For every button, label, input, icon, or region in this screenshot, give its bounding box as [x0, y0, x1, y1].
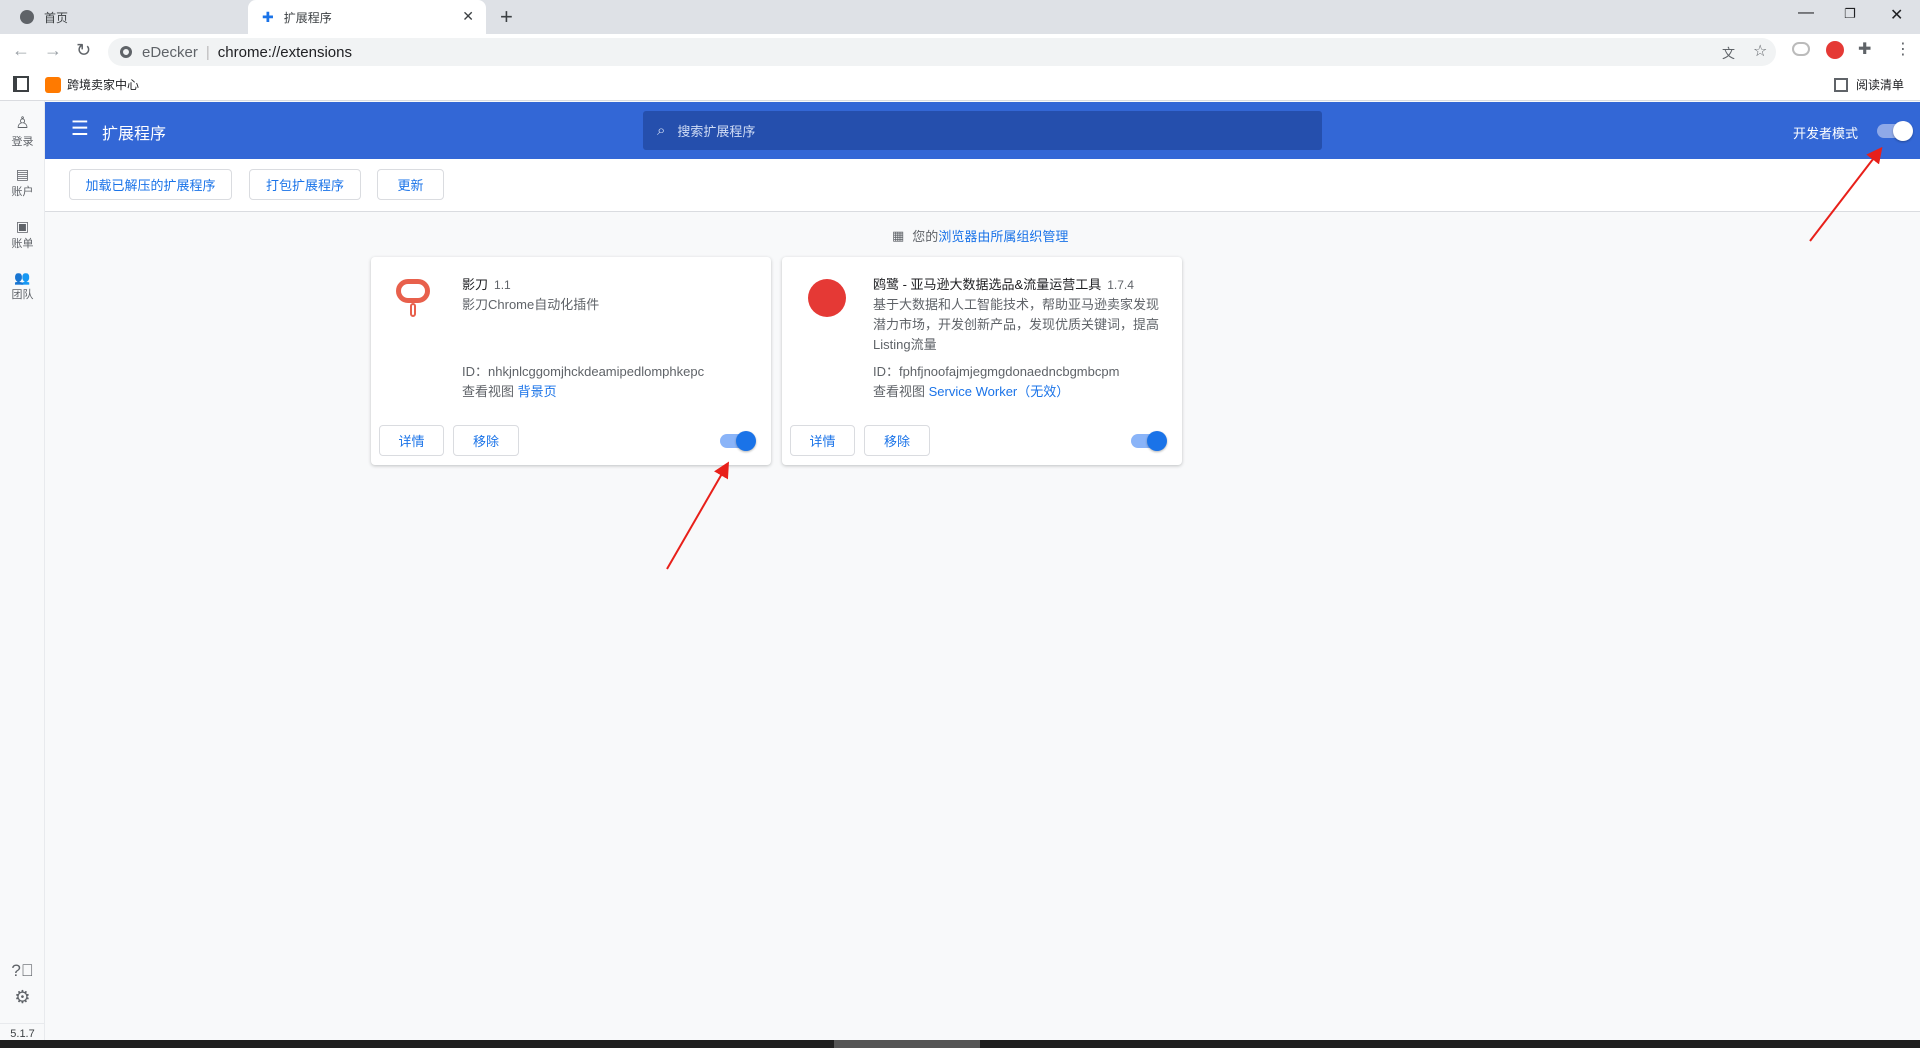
annotation-arrows	[666, 146, 1883, 570]
taskbar	[0, 1040, 1920, 1048]
taskbar-item[interactable]	[834, 1040, 980, 1048]
arrow-to-toggle	[666, 461, 729, 570]
arrow-to-dev-mode	[1809, 146, 1883, 242]
